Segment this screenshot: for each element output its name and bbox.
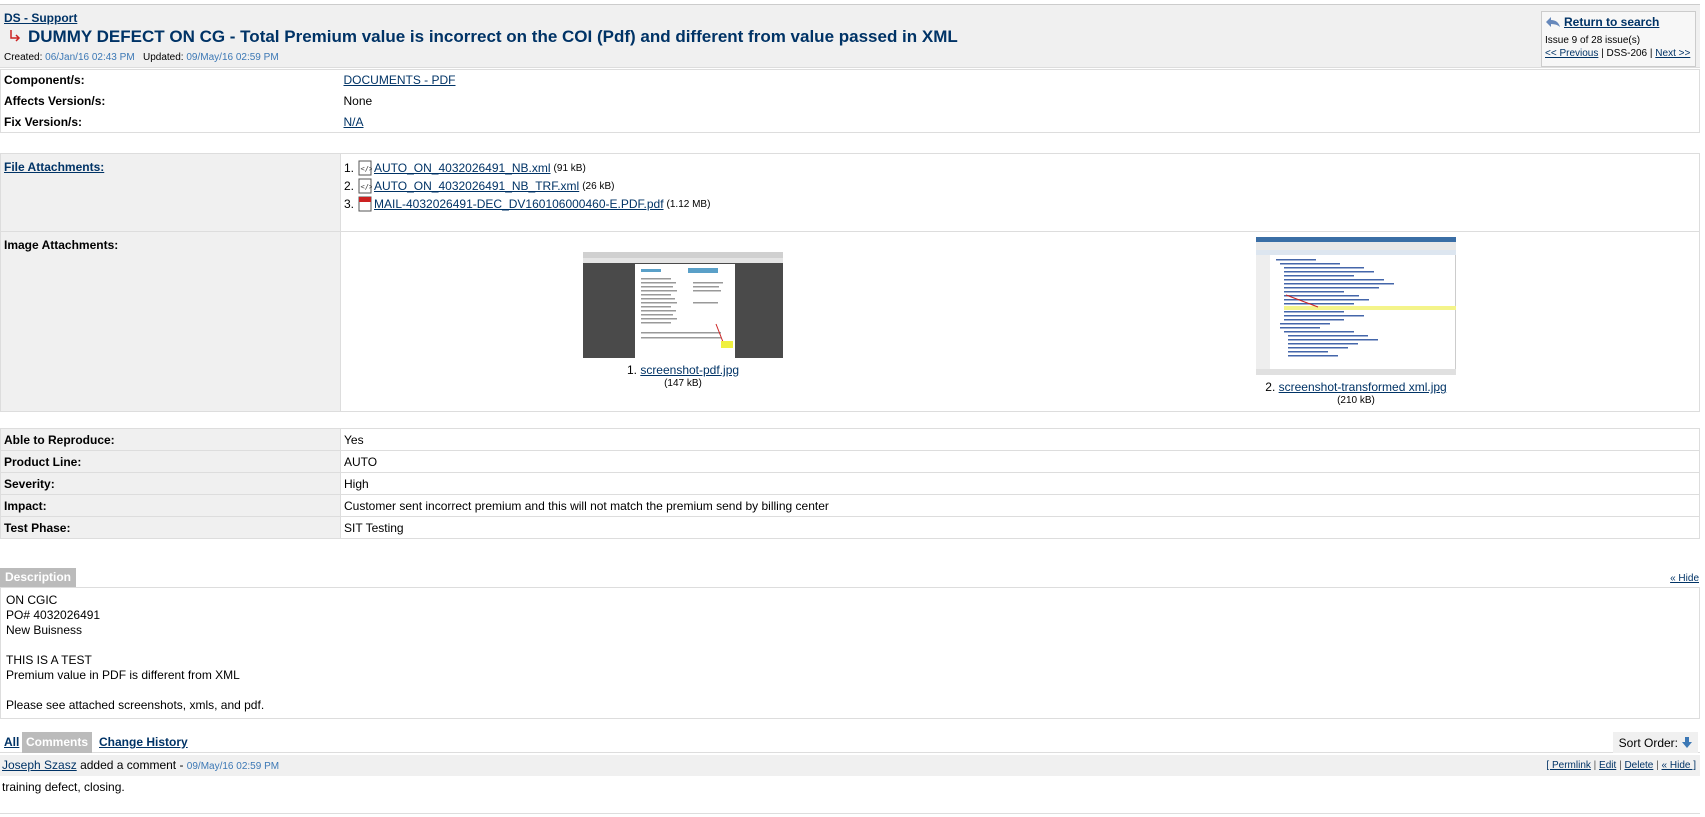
comment-actions: [ Permlink | Edit | Delete | « Hide ] [1546, 760, 1696, 771]
field-value: Customer sent incorrect premium and this… [340, 494, 1700, 517]
file-attachments-link[interactable]: File Attachments: [4, 160, 104, 174]
description-line: PO# 4032026491 [6, 608, 101, 622]
field-row-test-phase: Test Phase: SIT Testing [0, 516, 1700, 539]
issue-title: DUMMY DEFECT ON CG - Total Premium value… [8, 27, 958, 47]
attachments-table: File Attachments: 1. </> AUTO_ON_4032026… [0, 153, 1700, 412]
screenshot-pdf-thumbnail[interactable] [583, 252, 783, 358]
field-label: Image Attachments: [0, 231, 341, 412]
file-attachment-link[interactable]: MAIL-4032026491-DEC_DV160106000460-E.PDF… [374, 197, 664, 211]
file-attachment-item: 2. </> AUTO_ON_4032026491_NB_TRF.xml (26… [344, 178, 615, 194]
activity-tabbar: All Comments Change History Sort Order: [0, 732, 1700, 753]
issue-fields-top: Component/s: DOCUMENTS - PDF Affects Ver… [0, 69, 1700, 133]
description-body: ON CGIC PO# 4032026491 New Buisness THIS… [0, 587, 1700, 719]
description-line: New Buisness [6, 623, 83, 637]
field-value: SIT Testing [340, 516, 1700, 539]
next-issue-link[interactable]: Next >> [1655, 48, 1690, 59]
field-label: Affects Version/s: [0, 90, 341, 112]
svg-text:</>: </> [361, 165, 373, 173]
comment-permlink[interactable]: [ Permlink [1546, 760, 1590, 771]
return-to-search-link[interactable]: Return to search [1564, 15, 1659, 29]
comment-body: training defect, closing. [2, 780, 125, 794]
sort-order-control[interactable]: Sort Order: [1612, 732, 1698, 753]
pager-separator: | [1649, 48, 1653, 59]
field-row-affects-version: Affects Version/s: None [0, 90, 1700, 112]
field-value: High [340, 472, 1700, 495]
description-hide-link[interactable]: « Hide [1670, 573, 1699, 584]
fix-version-link[interactable]: N/A [344, 115, 364, 129]
divider [0, 813, 1700, 814]
xml-file-icon: </> [358, 178, 372, 194]
description-line: THIS IS A TEST [6, 653, 92, 667]
component-link[interactable]: DOCUMENTS - PDF [344, 73, 456, 87]
subtask-icon [10, 30, 21, 42]
tab-change-history[interactable]: Change History [95, 732, 192, 753]
created-value: 06/Jan/16 02:43 PM [45, 52, 135, 63]
sort-order-label: Sort Order: [1618, 735, 1678, 750]
previous-issue-link[interactable]: << Previous [1545, 48, 1598, 59]
tab-comments[interactable]: Comments [22, 732, 93, 753]
issue-pager: << Previous | DSS-206 | Next >> [1545, 48, 1692, 59]
updated-label: Updated: [143, 52, 184, 63]
description-line: Premium value in PDF is different from X… [6, 668, 240, 682]
image-attachment-item: 1. screenshot-pdf.jpg (147 kB) [583, 252, 783, 389]
issue-position: Issue 9 of 28 issue(s) [1545, 35, 1641, 46]
comment-edit-link[interactable]: Edit [1599, 760, 1616, 771]
file-attachment-link[interactable]: AUTO_ON_4032026491_NB.xml [374, 161, 551, 175]
issue-navigator: Return to search Issue 9 of 28 issue(s) … [1541, 11, 1696, 67]
comment-author-link[interactable]: Joseph Szasz [2, 758, 77, 772]
issue-dates: Created: 06/Jan/16 02:43 PM Updated: 09/… [4, 52, 279, 63]
description-line: ON CGIC [6, 593, 58, 607]
project-link[interactable]: DS - Support [4, 11, 77, 25]
comment-action-text: added a comment - [80, 758, 184, 772]
image-attachment-item: 2. screenshot-transformed xml.jpg (210 k… [1255, 236, 1457, 406]
file-attachments-row: File Attachments: 1. </> AUTO_ON_4032026… [0, 153, 1700, 232]
tab-all[interactable]: All [0, 732, 23, 753]
field-row-fix-version: Fix Version/s: N/A [0, 111, 1700, 133]
image-attachments-row: Image Attachments: 1. screenshot-pdf.jpg… [0, 231, 1700, 412]
field-row-severity: Severity: High [0, 472, 1700, 495]
pdf-file-icon [358, 196, 372, 212]
description-line: Please see attached screenshots, xmls, a… [6, 698, 265, 712]
file-attachment-list: 1. </> AUTO_ON_4032026491_NB.xml (91 kB)… [344, 154, 1696, 213]
file-attachment-link[interactable]: AUTO_ON_4032026491_NB_TRF.xml [374, 179, 579, 193]
comment-header: Joseph Szasz added a comment - 09/May/16… [0, 755, 1700, 776]
comment-date: 09/May/16 02:59 PM [186, 761, 280, 772]
image-attachment-link[interactable]: screenshot-transformed xml.jpg [1279, 380, 1447, 394]
description-tab: Description [0, 568, 77, 587]
issue-header: DS - Support DUMMY DEFECT ON CG - Total … [0, 4, 1700, 68]
field-label: Component/s: [0, 69, 341, 91]
issue-title-text: DUMMY DEFECT ON CG - Total Premium value… [28, 27, 958, 46]
field-value: AUTO [340, 450, 1700, 473]
sort-descending-icon[interactable] [1682, 737, 1692, 748]
field-value: Yes [340, 428, 1700, 451]
comment-delete-link[interactable]: Delete [1624, 760, 1653, 771]
file-attachment-item: 3. MAIL-4032026491-DEC_DV160106000460-E.… [344, 196, 711, 212]
field-value: None [343, 94, 373, 108]
updated-value: 09/May/16 02:59 PM [186, 52, 279, 63]
screenshot-xml-thumbnail[interactable] [1255, 236, 1457, 376]
field-label: Fix Version/s: [0, 111, 341, 133]
field-row-able-to-reproduce: Able to Reproduce: Yes [0, 428, 1700, 451]
file-attachment-item: 1. </> AUTO_ON_4032026491_NB.xml (91 kB) [344, 160, 586, 176]
xml-file-icon: </> [358, 160, 372, 176]
field-row-product-line: Product Line: AUTO [0, 450, 1700, 473]
field-row-components: Component/s: DOCUMENTS - PDF [0, 69, 1700, 91]
pager-separator: | [1601, 48, 1604, 59]
created-label: Created: [4, 52, 43, 63]
comment-hide-link[interactable]: « Hide ] [1662, 760, 1696, 771]
issue-key: DSS-206 [1606, 48, 1648, 59]
svg-text:</>: </> [361, 183, 373, 191]
return-arrow-icon [1546, 17, 1560, 27]
image-attachment-link[interactable]: screenshot-pdf.jpg [640, 363, 739, 377]
field-row-impact: Impact: Customer sent incorrect premium … [0, 494, 1700, 517]
return-to-search[interactable]: Return to search [1545, 15, 1692, 29]
issue-fields-bottom: Able to Reproduce: Yes Product Line: AUT… [0, 428, 1700, 539]
